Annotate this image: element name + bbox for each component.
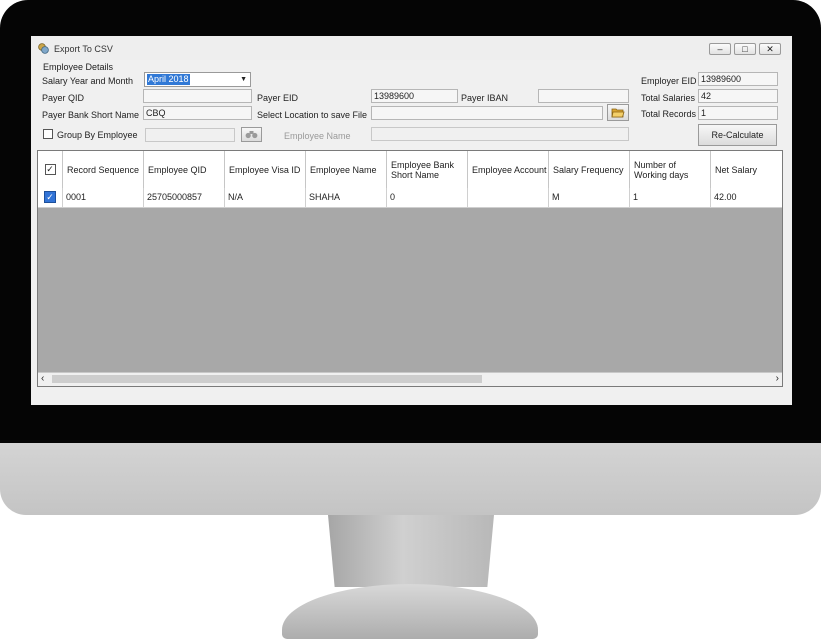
total-salaries-label: Total Salaries: [641, 93, 696, 103]
employer-eid-field[interactable]: 13989600: [698, 72, 778, 86]
employee-search-button[interactable]: [241, 127, 262, 142]
browse-folder-button[interactable]: [607, 104, 629, 121]
salary-year-month-value: April 2018: [147, 74, 190, 85]
group-label: Employee Details: [43, 62, 114, 72]
scroll-right-icon[interactable]: ›: [776, 373, 779, 385]
minimize-button[interactable]: –: [709, 43, 731, 55]
select-all-checkbox[interactable]: ✓: [44, 164, 56, 175]
salary-year-month-select[interactable]: April 2018 ▼: [144, 72, 251, 87]
table-cell[interactable]: M: [549, 188, 630, 207]
payer-eid-label: Payer EID: [257, 93, 299, 103]
payer-bank-field[interactable]: CBQ: [143, 106, 252, 120]
grid-header: ✓ Record Sequence Employee QID Employee …: [38, 151, 782, 189]
employer-eid-label: Employer EID: [641, 76, 697, 86]
column-header[interactable]: Employee Name: [306, 151, 387, 188]
column-header[interactable]: Employee QID: [144, 151, 225, 188]
horizontal-scrollbar[interactable]: ‹ ›: [38, 372, 782, 386]
scroll-left-icon[interactable]: ‹: [41, 373, 44, 385]
minimize-icon: –: [717, 44, 723, 54]
save-location-label: Select Location to save File: [257, 110, 368, 120]
scroll-thumb[interactable]: [52, 375, 482, 383]
table-cell[interactable]: N/A: [225, 188, 306, 207]
coins-icon: [38, 43, 49, 54]
column-header[interactable]: Number of Working days: [630, 151, 711, 188]
column-header[interactable]: Net Salary: [711, 151, 782, 188]
total-records-field: 1: [698, 106, 778, 120]
recalculate-button[interactable]: Re-Calculate: [698, 124, 777, 146]
column-header[interactable]: Salary Frequency: [549, 151, 630, 188]
column-header[interactable]: Employee Bank Short Name: [387, 151, 468, 188]
save-location-field[interactable]: [371, 106, 603, 120]
dropdown-arrow-icon: ▼: [240, 76, 247, 83]
window-title: Export To CSV: [54, 44, 113, 54]
column-header[interactable]: Employee Account: [468, 151, 549, 188]
column-header[interactable]: Employee Visa ID: [225, 151, 306, 188]
table-cell[interactable]: SHAHA: [306, 188, 387, 207]
binoculars-icon: [245, 131, 258, 139]
table-cell[interactable]: 25705000857: [144, 188, 225, 207]
close-button[interactable]: ✕: [759, 43, 781, 55]
monitor-stand-base: [282, 584, 538, 639]
payer-qid-field[interactable]: [143, 89, 252, 103]
table-cell[interactable]: 0001: [63, 188, 144, 207]
header-select-all-cell[interactable]: ✓: [38, 151, 63, 188]
close-icon: ✕: [766, 44, 774, 54]
table-cell[interactable]: 42.00: [711, 188, 782, 207]
total-records-label: Total Records: [641, 109, 697, 119]
row-select-cell[interactable]: ✓: [38, 188, 63, 207]
monitor-chin: [0, 443, 821, 515]
table-cell[interactable]: [468, 188, 549, 207]
monitor-stand-neck: [328, 515, 494, 587]
group-by-employee-checkbox[interactable]: [43, 129, 53, 139]
table-cell[interactable]: 1: [630, 188, 711, 207]
column-header[interactable]: Record Sequence: [63, 151, 144, 188]
table-row[interactable]: ✓ 0001 25705000857 N/A SHAHA 0 M 1 42.00: [38, 188, 782, 208]
title-bar[interactable]: Export To CSV – □ ✕: [31, 36, 792, 60]
row-checkbox[interactable]: ✓: [44, 191, 56, 203]
group-by-employee-label: Group By Employee: [57, 130, 138, 140]
payer-bank-label: Payer Bank Short Name: [42, 110, 140, 120]
maximize-button[interactable]: □: [734, 43, 756, 55]
table-cell[interactable]: 0: [387, 188, 468, 207]
group-by-employee-field[interactable]: [145, 128, 235, 142]
salary-year-month-label: Salary Year and Month: [42, 76, 134, 86]
payer-qid-label: Payer QID: [42, 93, 85, 103]
maximize-icon: □: [742, 44, 748, 54]
employee-name-label: Employee Name: [284, 131, 351, 141]
folder-open-icon: [611, 108, 625, 118]
payer-iban-label: Payer IBAN: [461, 93, 509, 103]
salary-grid[interactable]: ✓ Record Sequence Employee QID Employee …: [37, 150, 783, 387]
payer-iban-field[interactable]: [538, 89, 629, 103]
total-salaries-field: 42: [698, 89, 778, 103]
payer-eid-field[interactable]: 13989600: [371, 89, 458, 103]
employee-name-field[interactable]: [371, 127, 629, 141]
monitor-screen: Export To CSV – □ ✕ Employee Details Sal…: [31, 36, 792, 405]
export-window: Export To CSV – □ ✕ Employee Details Sal…: [31, 36, 792, 405]
